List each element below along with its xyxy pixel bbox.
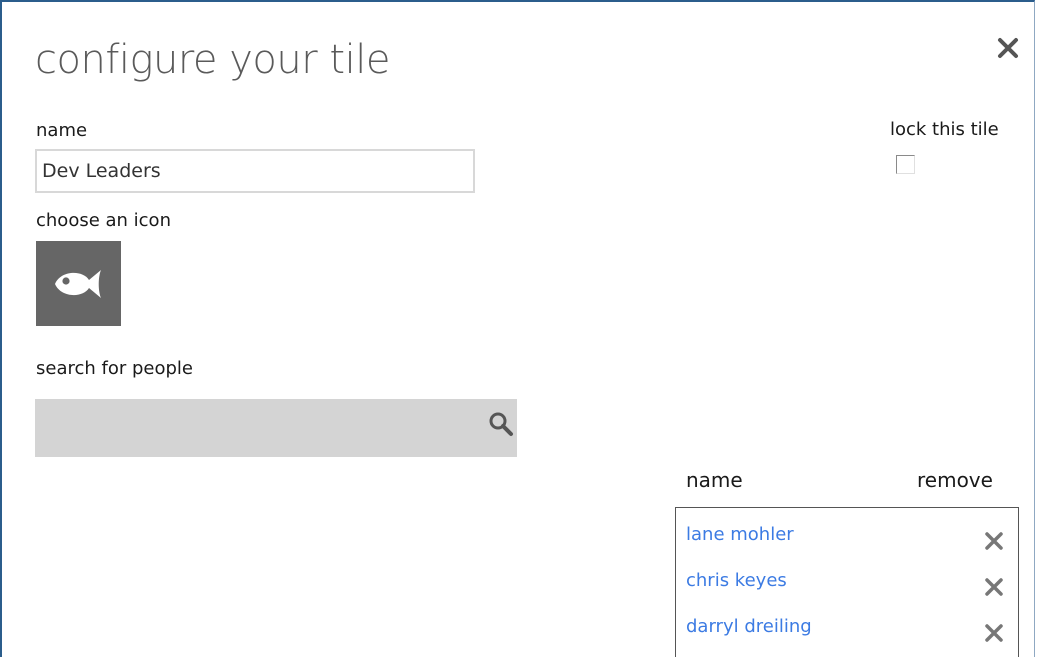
choose-icon-label: choose an icon — [36, 210, 171, 231]
people-name-header: name — [686, 468, 743, 492]
name-label: name — [36, 120, 88, 141]
remove-person-button[interactable] — [984, 623, 1004, 643]
lock-tile-checkbox[interactable] — [896, 155, 915, 174]
close-button[interactable] — [996, 36, 1020, 60]
remove-person-button[interactable] — [984, 577, 1004, 597]
people-remove-header: remove — [917, 468, 993, 492]
search-people-input[interactable] — [35, 399, 475, 457]
dialog-title: configure your tile — [35, 37, 390, 83]
search-box — [35, 399, 517, 457]
configure-tile-dialog: configure your tile name lock this tile … — [0, 0, 1035, 657]
remove-icon — [985, 624, 1003, 642]
close-icon — [998, 38, 1018, 58]
person-name-link[interactable]: darryl dreiling — [686, 616, 812, 637]
remove-person-button[interactable] — [984, 531, 1004, 551]
remove-icon — [985, 532, 1003, 550]
list-item: lane mohler — [676, 514, 1018, 560]
search-people-label: search for people — [36, 358, 193, 379]
tile-name-input[interactable] — [35, 149, 475, 193]
list-item: darryl dreiling — [676, 606, 1018, 652]
person-name-link[interactable]: chris keyes — [686, 570, 787, 591]
person-name-link[interactable]: lane mohler — [686, 524, 794, 545]
search-icon — [489, 412, 513, 436]
people-list: lane mohler chris keyes darryl dreiling — [675, 507, 1019, 657]
fish-icon — [55, 270, 101, 298]
icon-picker-button[interactable] — [36, 241, 121, 326]
lock-tile-label: lock this tile — [890, 119, 999, 140]
remove-icon — [985, 578, 1003, 596]
list-item: chris keyes — [676, 560, 1018, 606]
search-button[interactable] — [487, 410, 515, 438]
